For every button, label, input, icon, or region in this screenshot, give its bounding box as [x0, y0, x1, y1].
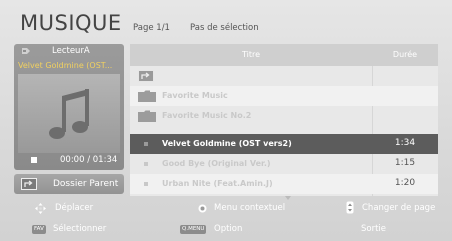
- track-list: Titre Durée Favorite Music Favorite Musi…: [130, 44, 438, 196]
- hint-context-menu: Menu contextuel: [214, 203, 286, 213]
- album-art: [18, 74, 120, 153]
- list-item-track-selected[interactable]: Velvet Goldmine (OST vers2) 1:34: [130, 134, 438, 154]
- list-item-title: Urban Nite (Feat.Amin.J): [162, 179, 273, 188]
- list-item-title: Velvet Goldmine (OST vers2): [162, 139, 292, 148]
- list-item-track[interactable]: Good Bye (Original Ver.) 1:15: [130, 154, 438, 174]
- hint-select: Sélectionner: [53, 224, 107, 234]
- list-item-duration: 1:15: [394, 158, 416, 168]
- page-indicator: Page 1/1: [133, 23, 170, 33]
- hint-exit: Sortie: [361, 224, 387, 234]
- list-header: Titre Durée: [130, 44, 438, 66]
- page-rocker-icon: [346, 201, 354, 214]
- now-playing-title: Velvet Goldmine (OST...: [18, 61, 113, 70]
- player-panel: LecteurA Velvet Goldmine (OST... 00:00 /…: [14, 44, 124, 170]
- hint-move: Déplacer: [55, 203, 94, 213]
- track-bullet: [144, 162, 148, 166]
- device-name: LecteurA: [52, 46, 90, 56]
- list-item-track[interactable]: Urban Nite (Feat.Amin.J) 1:20: [130, 174, 438, 194]
- track-bullet: [144, 142, 148, 146]
- page-title: MUSIQUE: [20, 11, 122, 35]
- time-readout: 00:00 / 01:34: [60, 155, 118, 165]
- column-header-duration: Durée: [392, 50, 418, 59]
- list-item-folder[interactable]: Favorite Music No.2: [130, 106, 438, 126]
- track-bullet: [144, 182, 148, 186]
- device-icon: [22, 48, 30, 54]
- music-note-icon: [18, 74, 120, 153]
- column-header-title: Titre: [241, 50, 261, 59]
- hint-option: Option: [214, 224, 243, 234]
- list-item-title: Good Bye (Original Ver.): [162, 159, 271, 168]
- folder-icon: [138, 110, 156, 122]
- list-item-title: Favorite Music: [162, 91, 228, 100]
- music-browser-screen: MUSIQUE Page 1/1 Pas de sélection Lecteu…: [0, 0, 452, 241]
- hint-change-page: Changer de page: [362, 203, 436, 213]
- qmenu-key-icon: Q.MENU: [180, 225, 207, 234]
- list-item-duration: 1:20: [394, 178, 416, 188]
- list-item-duration: 1:34: [394, 138, 416, 148]
- fav-key-icon: FAV: [32, 225, 46, 234]
- list-item-title: Favorite Music No.2: [162, 111, 252, 120]
- player-header: LecteurA: [14, 44, 124, 59]
- footer-hints: Déplacer Menu contextuel Changer de page…: [0, 200, 452, 241]
- parent-folder-label: Dossier Parent: [53, 179, 119, 189]
- playback-status-indicator: [31, 157, 37, 163]
- folder-up-icon: [138, 70, 154, 82]
- folder-icon: [138, 90, 156, 102]
- parent-folder-button[interactable]: Dossier Parent: [14, 174, 124, 194]
- ok-button-icon: [198, 204, 207, 213]
- list-item-folder[interactable]: Favorite Music: [130, 86, 438, 106]
- dpad-icon: [35, 203, 46, 214]
- selection-status: Pas de sélection: [190, 23, 259, 33]
- folder-up-icon: [21, 178, 37, 190]
- list-item-parent[interactable]: [130, 66, 438, 86]
